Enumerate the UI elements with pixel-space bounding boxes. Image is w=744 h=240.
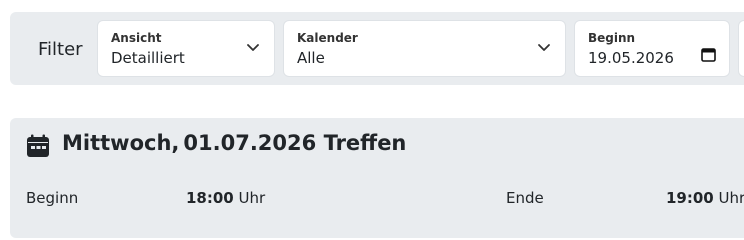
start-date-value: 19.05.2026 [588,49,674,67]
view-select-value: Detailliert [111,49,185,67]
end-time-unit: Uhr [718,189,744,207]
chevron-down-icon [247,44,259,51]
start-time-unit: Uhr [238,189,266,207]
end-date-input[interactable] [738,20,744,77]
event-title: Mittwoch, 01.07.2026 Treffen [62,131,406,155]
event-weekday: Mittwoch, [62,131,180,155]
end-time-value: 19:00 Uhr [666,189,744,207]
start-time: 18:00 [186,189,234,207]
calendar-icon[interactable] [701,47,716,62]
calendar-icon [27,134,49,157]
event-card: Mittwoch, 01.07.2026 Treffen Beginn 18:00… [10,118,744,238]
end-time: 19:00 [666,189,714,207]
event-date: 01.07.2026 [183,131,317,155]
calendar-select[interactable]: Kalender Alle [283,20,566,77]
filter-title: Filter [38,39,83,60]
view-select[interactable]: Ansicht Detailliert [97,20,275,77]
start-time-value: 18:00 Uhr [186,189,265,207]
end-time-label: Ende [506,189,544,207]
event-name: Treffen [323,131,407,155]
start-date-label: Beginn [588,31,636,45]
calendar-select-label: Kalender [297,31,358,45]
start-date-input[interactable]: Beginn 19.05.2026 [574,20,730,77]
chevron-down-icon [538,44,550,51]
view-select-label: Ansicht [111,31,162,45]
start-time-label: Beginn [26,189,79,207]
calendar-select-value: Alle [297,49,325,67]
filter-bar: Filter Ansicht Detailliert Kalender Alle… [10,12,744,85]
